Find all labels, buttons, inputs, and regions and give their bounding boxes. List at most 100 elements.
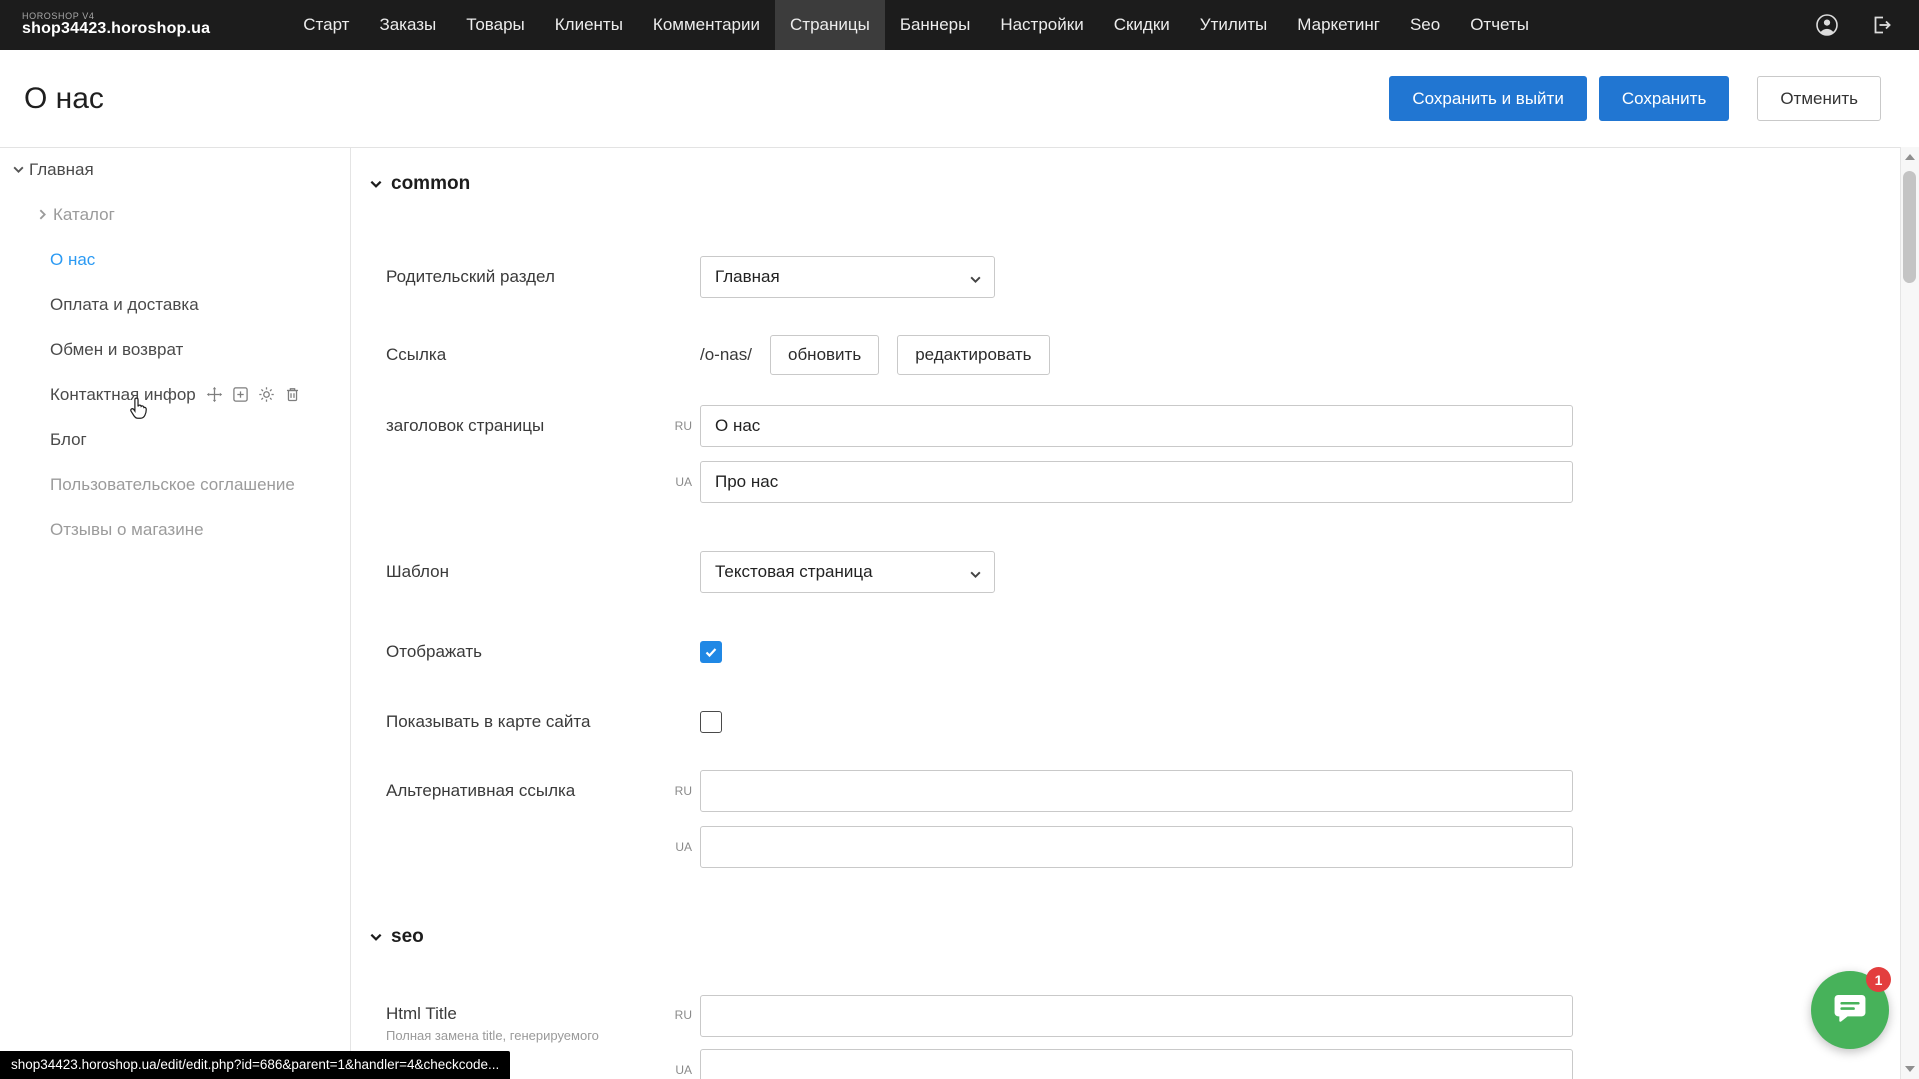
tree-item-label: Каталог (53, 205, 115, 225)
topbar: HOROSHOP V4 shop34423.horoshop.ua Старт … (0, 0, 1919, 50)
tree-item-blog[interactable]: Блог (0, 417, 350, 462)
scrollbar-thumb[interactable] (1903, 171, 1916, 283)
sitemap-checkbox[interactable] (700, 711, 722, 733)
plus-square-icon[interactable] (232, 386, 249, 403)
tree-item-home[interactable]: Главная (0, 147, 350, 192)
trash-icon[interactable] (284, 386, 301, 403)
brand-domain: shop34423.horoshop.ua (22, 21, 210, 38)
sitemap-row: Показывать в карте сайта (351, 710, 1901, 734)
field-label: Ссылка (386, 345, 700, 365)
check-icon (704, 645, 718, 659)
menu-item-settings[interactable]: Настройки (985, 0, 1098, 50)
field-label: Отображать (386, 642, 700, 662)
save-and-exit-button[interactable]: Сохранить и выйти (1389, 76, 1586, 121)
edit-link-button[interactable]: редактировать (897, 335, 1049, 375)
refresh-link-button[interactable]: обновить (770, 335, 879, 375)
tree-item-tools (206, 386, 301, 403)
account-icon[interactable] (1815, 13, 1839, 37)
html-title-ru-row: Html Title Полная замена title, генериру… (351, 995, 1901, 1037)
tree-item-label: Пользовательское соглашение (50, 475, 295, 495)
tree-item-label: Оплата и доставка (50, 295, 199, 315)
field-label: Показывать в карте сайта (386, 712, 700, 732)
select-value: Текстовая страница (715, 562, 873, 582)
field-label-group: Html Title Полная замена title, генериру… (386, 1004, 668, 1043)
tree-item-contact-info[interactable]: Контактная инфор (0, 372, 350, 417)
chevron-down-icon[interactable] (12, 163, 26, 176)
save-button[interactable]: Сохранить (1599, 76, 1729, 121)
lang-badge-ua: UA (668, 840, 692, 854)
cancel-button[interactable]: Отменить (1757, 76, 1881, 121)
page-title-ua-row: UA (351, 461, 1901, 503)
section-title: seo (391, 926, 424, 948)
html-title-ua-row: UA (351, 1049, 1901, 1079)
menu-item-reports[interactable]: Отчеты (1455, 0, 1544, 50)
page-title-ru-row: заголовок страницы RU (351, 405, 1901, 447)
lang-badge-ru: RU (668, 784, 692, 798)
parent-section-row: Родительский раздел Главная (351, 256, 1901, 298)
template-select[interactable]: Текстовая страница (700, 551, 995, 593)
header-buttons: Сохранить и выйти Сохранить Отменить (1389, 76, 1881, 121)
menu-item-clients[interactable]: Клиенты (540, 0, 638, 50)
menu-item-discounts[interactable]: Скидки (1099, 0, 1185, 50)
tree-item-label: Отзывы о магазине (50, 520, 204, 540)
alt-link-ua-row: UA (351, 826, 1901, 868)
alt-link-ru-input[interactable] (700, 770, 1573, 812)
tree-item-exchange-return[interactable]: Обмен и возврат (0, 327, 350, 372)
menu-item-banners[interactable]: Баннеры (885, 0, 986, 50)
lang-badge-ru: RU (668, 419, 692, 433)
template-row: Шаблон Текстовая страница (351, 551, 1901, 593)
tree-item-catalog[interactable]: Каталог (0, 192, 350, 237)
lang-badge-ua: UA (668, 475, 692, 489)
tree-item-user-agreement[interactable]: Пользовательское соглашение (0, 462, 350, 507)
logout-icon[interactable] (1869, 13, 1893, 37)
field-label: Html Title (386, 1004, 668, 1024)
chevron-down-icon (369, 177, 383, 191)
field-label: заголовок страницы (386, 416, 668, 436)
scroll-down-arrow-icon[interactable] (1905, 1066, 1915, 1072)
parent-section-select[interactable]: Главная (700, 256, 995, 298)
chat-bubble-icon (1831, 989, 1869, 1032)
menu-item-utilities[interactable]: Утилиты (1185, 0, 1283, 50)
menu-item-products[interactable]: Товары (451, 0, 539, 50)
link-status-bar: shop34423.horoshop.ua/edit/edit.php?id=6… (0, 1051, 510, 1079)
html-title-ua-input[interactable] (700, 1049, 1573, 1079)
tree-item-about[interactable]: О нас (0, 237, 350, 282)
vertical-scrollbar[interactable] (1900, 147, 1919, 1079)
html-title-ru-input[interactable] (700, 995, 1573, 1037)
topbar-icons (1815, 13, 1893, 37)
move-icon[interactable] (206, 386, 223, 403)
alt-link-ua-input[interactable] (700, 826, 1573, 868)
chevron-down-icon (969, 566, 982, 586)
menu-item-marketing[interactable]: Маркетинг (1282, 0, 1395, 50)
tree-item-store-reviews[interactable]: Отзывы о магазине (0, 507, 350, 552)
brand[interactable]: HOROSHOP V4 shop34423.horoshop.ua (22, 12, 210, 38)
tree-item-label: Блог (50, 430, 87, 450)
field-hint: Полная замена title, генерируемого (386, 1028, 668, 1043)
tree-item-label: Обмен и возврат (50, 340, 183, 360)
chevron-right-icon[interactable] (36, 208, 50, 221)
tree-item-label: О нас (50, 250, 95, 270)
link-path: /o-nas/ (700, 345, 752, 365)
field-label: Шаблон (386, 562, 700, 582)
page-title-ua-input[interactable] (700, 461, 1573, 503)
section-common[interactable]: common (369, 173, 470, 195)
menu-item-seo[interactable]: Seo (1395, 0, 1455, 50)
tree-item-label: Контактная инфор (50, 385, 196, 405)
page-title-ru-input[interactable] (700, 405, 1573, 447)
tree-item-payment-delivery[interactable]: Оплата и доставка (0, 282, 350, 327)
menu-item-orders[interactable]: Заказы (364, 0, 451, 50)
menu-item-comments[interactable]: Комментарии (638, 0, 775, 50)
chat-widget-button[interactable]: 1 (1811, 971, 1889, 1049)
section-seo[interactable]: seo (369, 926, 424, 948)
pages-tree-sidebar: Главная Каталог О нас Оплата и доставка … (0, 147, 351, 1079)
menu-item-start[interactable]: Старт (288, 0, 364, 50)
section-title: common (391, 173, 470, 195)
link-row: Ссылка /o-nas/ обновить редактировать (351, 336, 1901, 374)
gear-icon[interactable] (258, 386, 275, 403)
field-label: Родительский раздел (386, 267, 700, 287)
main-menu: Старт Заказы Товары Клиенты Комментарии … (288, 0, 1544, 50)
display-row: Отображать (351, 640, 1901, 664)
scroll-up-arrow-icon[interactable] (1905, 154, 1915, 160)
display-checkbox[interactable] (700, 641, 722, 663)
menu-item-pages[interactable]: Страницы (775, 0, 885, 50)
